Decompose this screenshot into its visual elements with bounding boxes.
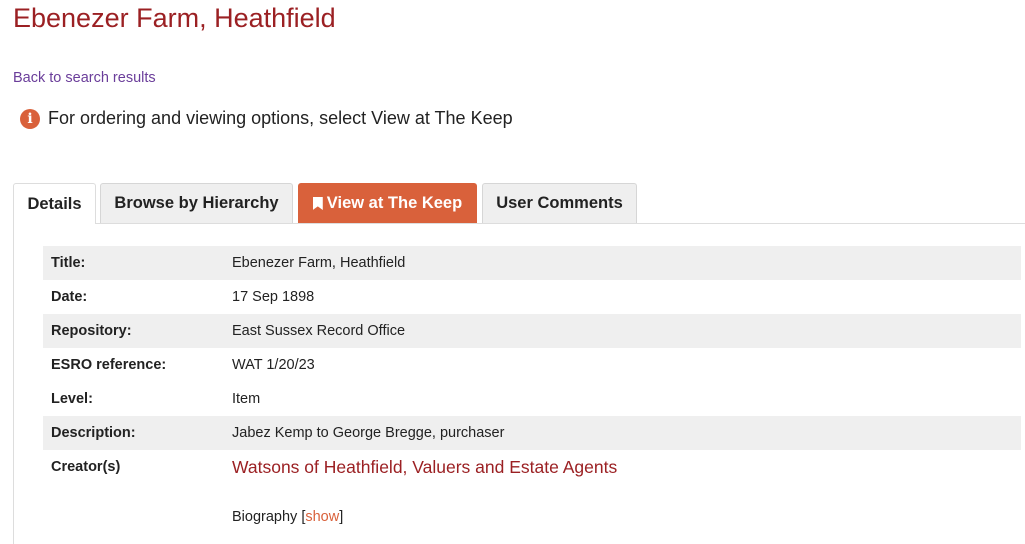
field-value: Ebenezer Farm, Heathfield <box>224 246 1021 280</box>
details-table: Title: Ebenezer Farm, Heathfield Date: 1… <box>43 246 1021 484</box>
table-row: Title: Ebenezer Farm, Heathfield <box>43 246 1021 280</box>
back-to-search-link[interactable]: Back to search results <box>13 70 156 86</box>
field-label: Creator(s) <box>51 459 121 475</box>
table-row: Date: 17 Sep 1898 <box>43 280 1021 314</box>
info-icon: i <box>20 108 40 129</box>
show-biography-link[interactable]: show <box>305 509 339 525</box>
biography-label: Biography <box>232 509 298 525</box>
field-label: Description: <box>43 416 224 450</box>
field-label: Date: <box>51 289 88 305</box>
tab-details[interactable]: Details <box>13 183 96 224</box>
table-row: Creator(s) Watsons of Heathfield, Valuer… <box>43 450 1021 484</box>
field-value: Item <box>232 391 261 407</box>
ordering-notice: i For ordering and viewing options, sele… <box>20 108 513 129</box>
field-value: Watsons of Heathfield, Valuers and Estat… <box>224 450 1021 484</box>
table-row: Description: Jabez Kemp to George Bregge… <box>43 416 1021 450</box>
field-value: 17 Sep 1898 <box>232 289 315 305</box>
field-value: WAT 1/20/23 <box>232 357 315 373</box>
creator-link[interactable]: Watsons of Heathfield, Valuers and Estat… <box>232 457 617 477</box>
field-label: ESRO reference: <box>51 357 167 373</box>
tab-keep-label: View at The Keep <box>326 194 463 212</box>
tab-browse-label: Browse by Hierarchy <box>114 194 279 212</box>
bracket-close: ] <box>339 509 344 525</box>
bookmark-icon <box>312 197 323 210</box>
biography-line: Biography [show] <box>232 509 343 525</box>
field-label: Level: <box>51 391 93 407</box>
table-row: Level: Item <box>43 382 1021 416</box>
field-value: East Sussex Record Office <box>224 314 1021 348</box>
table-row: Repository: East Sussex Record Office <box>43 314 1021 348</box>
tab-details-label: Details <box>27 194 82 213</box>
tab-view-at-the-keep[interactable]: View at The Keep <box>298 183 477 223</box>
field-label: Title: <box>43 246 224 280</box>
table-row: ESRO reference: WAT 1/20/23 <box>43 348 1021 382</box>
field-value: Jabez Kemp to George Bregge, purchaser <box>224 416 1021 450</box>
tab-browse-by-hierarchy[interactable]: Browse by Hierarchy <box>100 183 293 223</box>
tab-user-comments[interactable]: User Comments <box>482 183 637 223</box>
field-label: Repository: <box>43 314 224 348</box>
page-title: Ebenezer Farm, Heathfield <box>13 3 336 33</box>
notice-text: For ordering and viewing options, select… <box>48 108 513 128</box>
tab-comments-label: User Comments <box>496 194 623 212</box>
